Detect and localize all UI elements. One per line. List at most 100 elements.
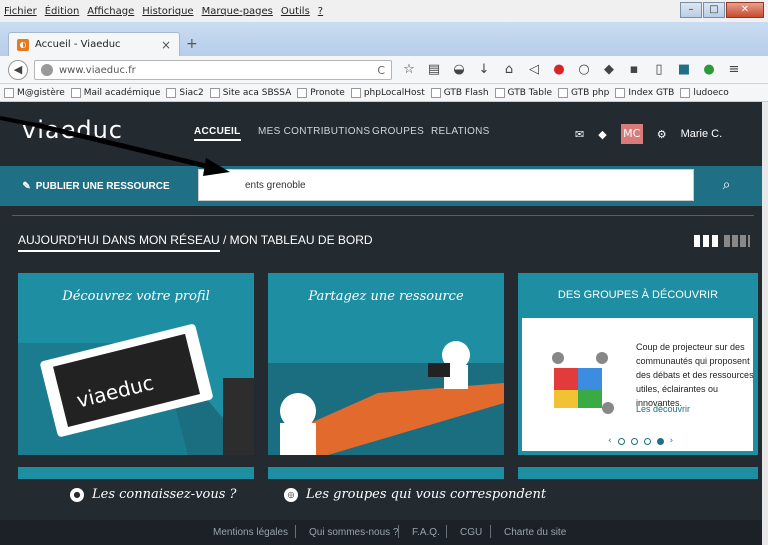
user-name[interactable]: Marie C. — [681, 128, 723, 140]
tab-close-icon[interactable]: × — [161, 38, 171, 52]
site-header: viaeduc ACCUEIL MES CONTRIBUTIONS GROUPE… — [0, 102, 762, 166]
library-icon[interactable]: ▤ — [423, 60, 445, 80]
footer-separator — [490, 525, 491, 538]
section-connaissez-vous[interactable]: ● Les connaissez-vous ? — [70, 487, 237, 502]
nav-accueil[interactable]: ACCUEIL — [194, 126, 241, 141]
pocket-icon[interactable]: ◒ — [448, 60, 470, 80]
back-icon[interactable]: ◀ — [8, 59, 28, 80]
menu-marque-pages[interactable]: Marque-pages — [202, 6, 273, 17]
site-footer: Mentions légales Qui sommes-nous ? F.A.Q… — [0, 520, 762, 545]
site-logo[interactable]: viaeduc — [22, 116, 123, 144]
menu-affichage[interactable]: Affichage — [87, 6, 134, 17]
footer-link[interactable]: Mentions légales — [213, 527, 288, 538]
nav-groupes[interactable]: GROUPES — [372, 126, 424, 137]
nav-bar: ◀ www.viaeduc.fr C ☆ ▤ ◒ ↓ ⌂ ◁ ● ○ ◆ ▪ ▯… — [0, 56, 768, 84]
hamburger-menu-icon[interactable]: ≡ — [723, 60, 745, 80]
discover-link[interactable]: Les découvrir — [636, 404, 690, 414]
bookmark-item[interactable]: Pronote — [297, 87, 345, 98]
nav-contributions[interactable]: MES CONTRIBUTIONS — [258, 126, 370, 137]
group-icon: ◎ — [284, 487, 298, 502]
extension-icon[interactable]: ▪ — [623, 60, 645, 80]
download-icon[interactable]: ↓ — [473, 60, 495, 80]
bookmark-icon — [4, 87, 14, 98]
section-bar — [18, 467, 254, 479]
prev-arrow[interactable]: ‹ — [608, 436, 612, 446]
section-bar — [268, 467, 504, 479]
bookmark-item[interactable]: phpLocalHost — [350, 87, 425, 98]
menu-aide[interactable]: ? — [318, 6, 323, 17]
footer-link[interactable]: CGU — [460, 527, 482, 538]
site-info-icon[interactable] — [41, 64, 53, 76]
tab-title: Accueil - Viaeduc — [35, 39, 121, 50]
menu-historique[interactable]: Historique — [142, 6, 193, 17]
search-row: ✎ PUBLIER UNE RESSOURCE ents grenoble ⌕ — [0, 166, 762, 206]
notification-icon[interactable]: ◆ — [598, 128, 606, 141]
nav-relations[interactable]: RELATIONS — [431, 126, 490, 137]
avatar[interactable]: MC — [620, 124, 643, 144]
search-button[interactable]: ⌕ — [697, 169, 756, 201]
puzzle-icon[interactable]: ◆ — [598, 60, 620, 80]
search-icon: ⌕ — [722, 177, 731, 193]
footer-link[interactable]: Charte du site — [504, 527, 566, 538]
scrollbar[interactable] — [762, 102, 768, 545]
search-input[interactable]: ents grenoble — [198, 169, 694, 201]
adblock-icon[interactable]: ● — [548, 60, 570, 80]
list-view-icon[interactable] — [694, 235, 720, 247]
close-window-icon[interactable]: ✕ — [726, 2, 764, 18]
url-bar[interactable]: www.viaeduc.fr C — [34, 60, 392, 80]
bookmark-icon — [350, 87, 361, 98]
carousel-dot[interactable] — [617, 437, 625, 445]
maximize-icon[interactable]: □ — [703, 2, 725, 18]
person-icon: ● — [70, 487, 84, 502]
card-ressource[interactable]: Partagez une ressource — [268, 273, 504, 455]
bookmark-item[interactable]: GTB Flash — [430, 87, 489, 98]
bookmark-star-icon[interactable]: ☆ — [398, 60, 420, 80]
bookmark-item[interactable]: Mail académique — [70, 87, 160, 98]
footer-link[interactable]: Qui sommes-nous ? — [309, 527, 398, 538]
home-icon[interactable]: ⌂ — [498, 60, 520, 80]
bookmark-item[interactable]: Site aca SBSSA — [209, 87, 291, 98]
publish-resource-button[interactable]: ✎ PUBLIER UNE RESSOURCE — [12, 169, 180, 203]
bookmark-icon — [494, 87, 505, 98]
carousel-dot[interactable] — [630, 437, 638, 445]
bookmark-item[interactable]: Siac2 — [166, 87, 204, 98]
section-groupes[interactable]: ◎ Les groupes qui vous correspondent — [284, 487, 546, 502]
mail-icon[interactable]: ✉ — [575, 128, 584, 141]
minimize-icon[interactable]: – — [680, 2, 702, 18]
puzzle-illustration — [552, 352, 614, 414]
bookmark-icon — [166, 87, 177, 98]
web-page: viaeduc ACCUEIL MES CONTRIBUTIONS GROUPE… — [0, 102, 762, 545]
menu-bar: Fichier Édition Affichage Historique Mar… — [0, 0, 768, 22]
card-title: DES GROUPES À DÉCOUVRIR — [557, 289, 719, 301]
tab-reseau[interactable]: AUJOURD'HUI DANS MON RÉSEAU — [18, 233, 220, 252]
new-tab-icon[interactable]: + — [186, 36, 198, 52]
bookmarks-bar: M@gistère Mail académique Siac2 Site aca… — [0, 84, 768, 102]
gear-icon[interactable]: ⚙ — [657, 128, 667, 141]
chat-icon[interactable]: ○ — [573, 60, 595, 80]
menu-fichier[interactable]: Fichier — [4, 6, 37, 17]
carousel-dot[interactable] — [643, 437, 651, 445]
card-profil[interactable]: Découvrez votre profil viaeduc — [18, 273, 254, 455]
divider — [12, 215, 754, 216]
bookmark-item[interactable]: M@gistère — [4, 87, 65, 98]
card-groupes[interactable]: DES GROUPES À DÉCOUVRIR Coup de projecte… — [518, 273, 758, 455]
reload-icon[interactable]: C — [377, 64, 385, 77]
browser-tab[interactable]: ◐ Accueil - Viaeduc × — [8, 32, 180, 56]
addon-icon[interactable]: ■ — [673, 60, 695, 80]
grid-view-icon[interactable] — [724, 235, 750, 247]
bookmark-item[interactable]: ludoeco — [680, 87, 729, 98]
profile-illustration: viaeduc — [18, 324, 254, 455]
bookmark-item[interactable]: Index GTB — [615, 87, 674, 98]
next-arrow[interactable]: › — [670, 436, 674, 446]
sidebar-icon[interactable]: ▯ — [648, 60, 670, 80]
url-text[interactable]: www.viaeduc.fr — [59, 65, 377, 76]
tab-tableau-de-bord[interactable]: MON TABLEAU DE BORD — [230, 233, 373, 247]
bookmark-item[interactable]: GTB php — [558, 87, 609, 98]
menu-edition[interactable]: Édition — [45, 6, 80, 17]
status-icon[interactable]: ● — [698, 60, 720, 80]
send-icon[interactable]: ◁ — [523, 60, 545, 80]
footer-link[interactable]: F.A.Q. — [412, 527, 440, 538]
menu-outils[interactable]: Outils — [281, 6, 310, 17]
carousel-dot-active[interactable] — [656, 437, 664, 445]
bookmark-item[interactable]: GTB Table — [494, 87, 552, 98]
